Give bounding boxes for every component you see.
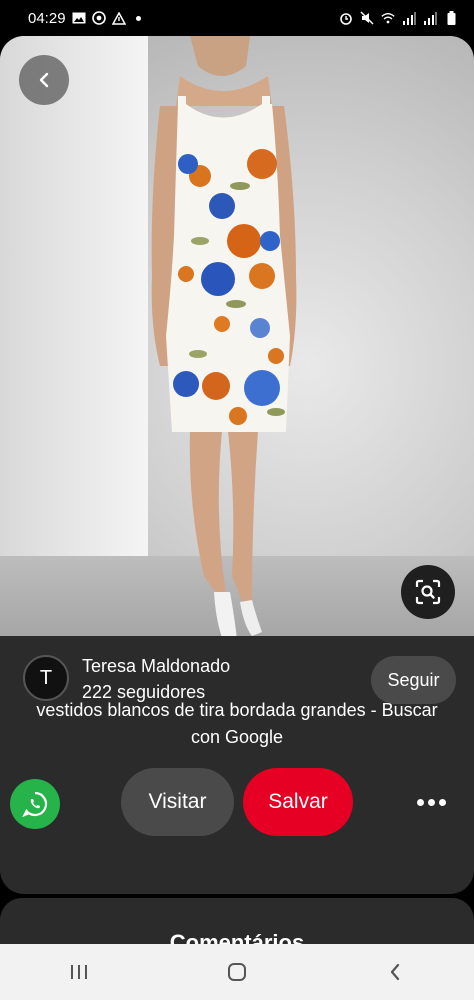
whatsapp-icon [91,11,106,25]
chevron-left-icon [37,72,51,88]
back-nav-button[interactable] [365,952,425,992]
creator-name[interactable]: Teresa Maldonado [82,656,230,677]
more-dot-icon [438,798,446,806]
more-dot-icon [416,798,424,806]
system-nav-bar [0,944,474,1000]
pin-image[interactable] [0,36,474,636]
home-icon [227,962,247,982]
recent-apps-button[interactable] [49,952,109,992]
pin-card: T Teresa Maldonado 222 seguidores Seguir [0,36,474,894]
visit-button[interactable]: Visitar [121,768,234,836]
battery-icon [444,11,458,25]
signal-icon [423,11,437,25]
status-left: 04:29 [28,10,141,27]
avatar-initial: T [39,666,53,689]
status-time: 04:29 [28,9,66,27]
mute-icon [360,11,374,25]
back-button[interactable] [19,55,69,105]
whatsapp-icon [21,790,49,818]
floral-dress-photo [151,36,297,636]
status-bar: 04:29 [0,0,474,36]
notification-dot-icon [135,15,141,21]
chevron-left-icon [388,962,402,982]
share-whatsapp-button[interactable] [10,779,60,829]
home-button[interactable] [207,952,267,992]
wifi-icon [381,11,395,25]
recent-apps-icon [69,964,89,980]
visual-search-button[interactable] [401,565,455,619]
avatar[interactable]: T [23,655,69,701]
signal-icon [402,11,416,25]
more-options-button[interactable] [408,788,454,816]
pin-title: vestidos blancos de tira bordada grandes… [36,700,438,747]
alert-icon [111,11,126,25]
image-icon [72,11,86,25]
more-dot-icon [427,798,435,806]
visual-search-icon [415,579,441,605]
status-right [339,11,458,25]
alarm-icon [339,11,353,25]
save-button[interactable]: Salvar [243,768,353,836]
